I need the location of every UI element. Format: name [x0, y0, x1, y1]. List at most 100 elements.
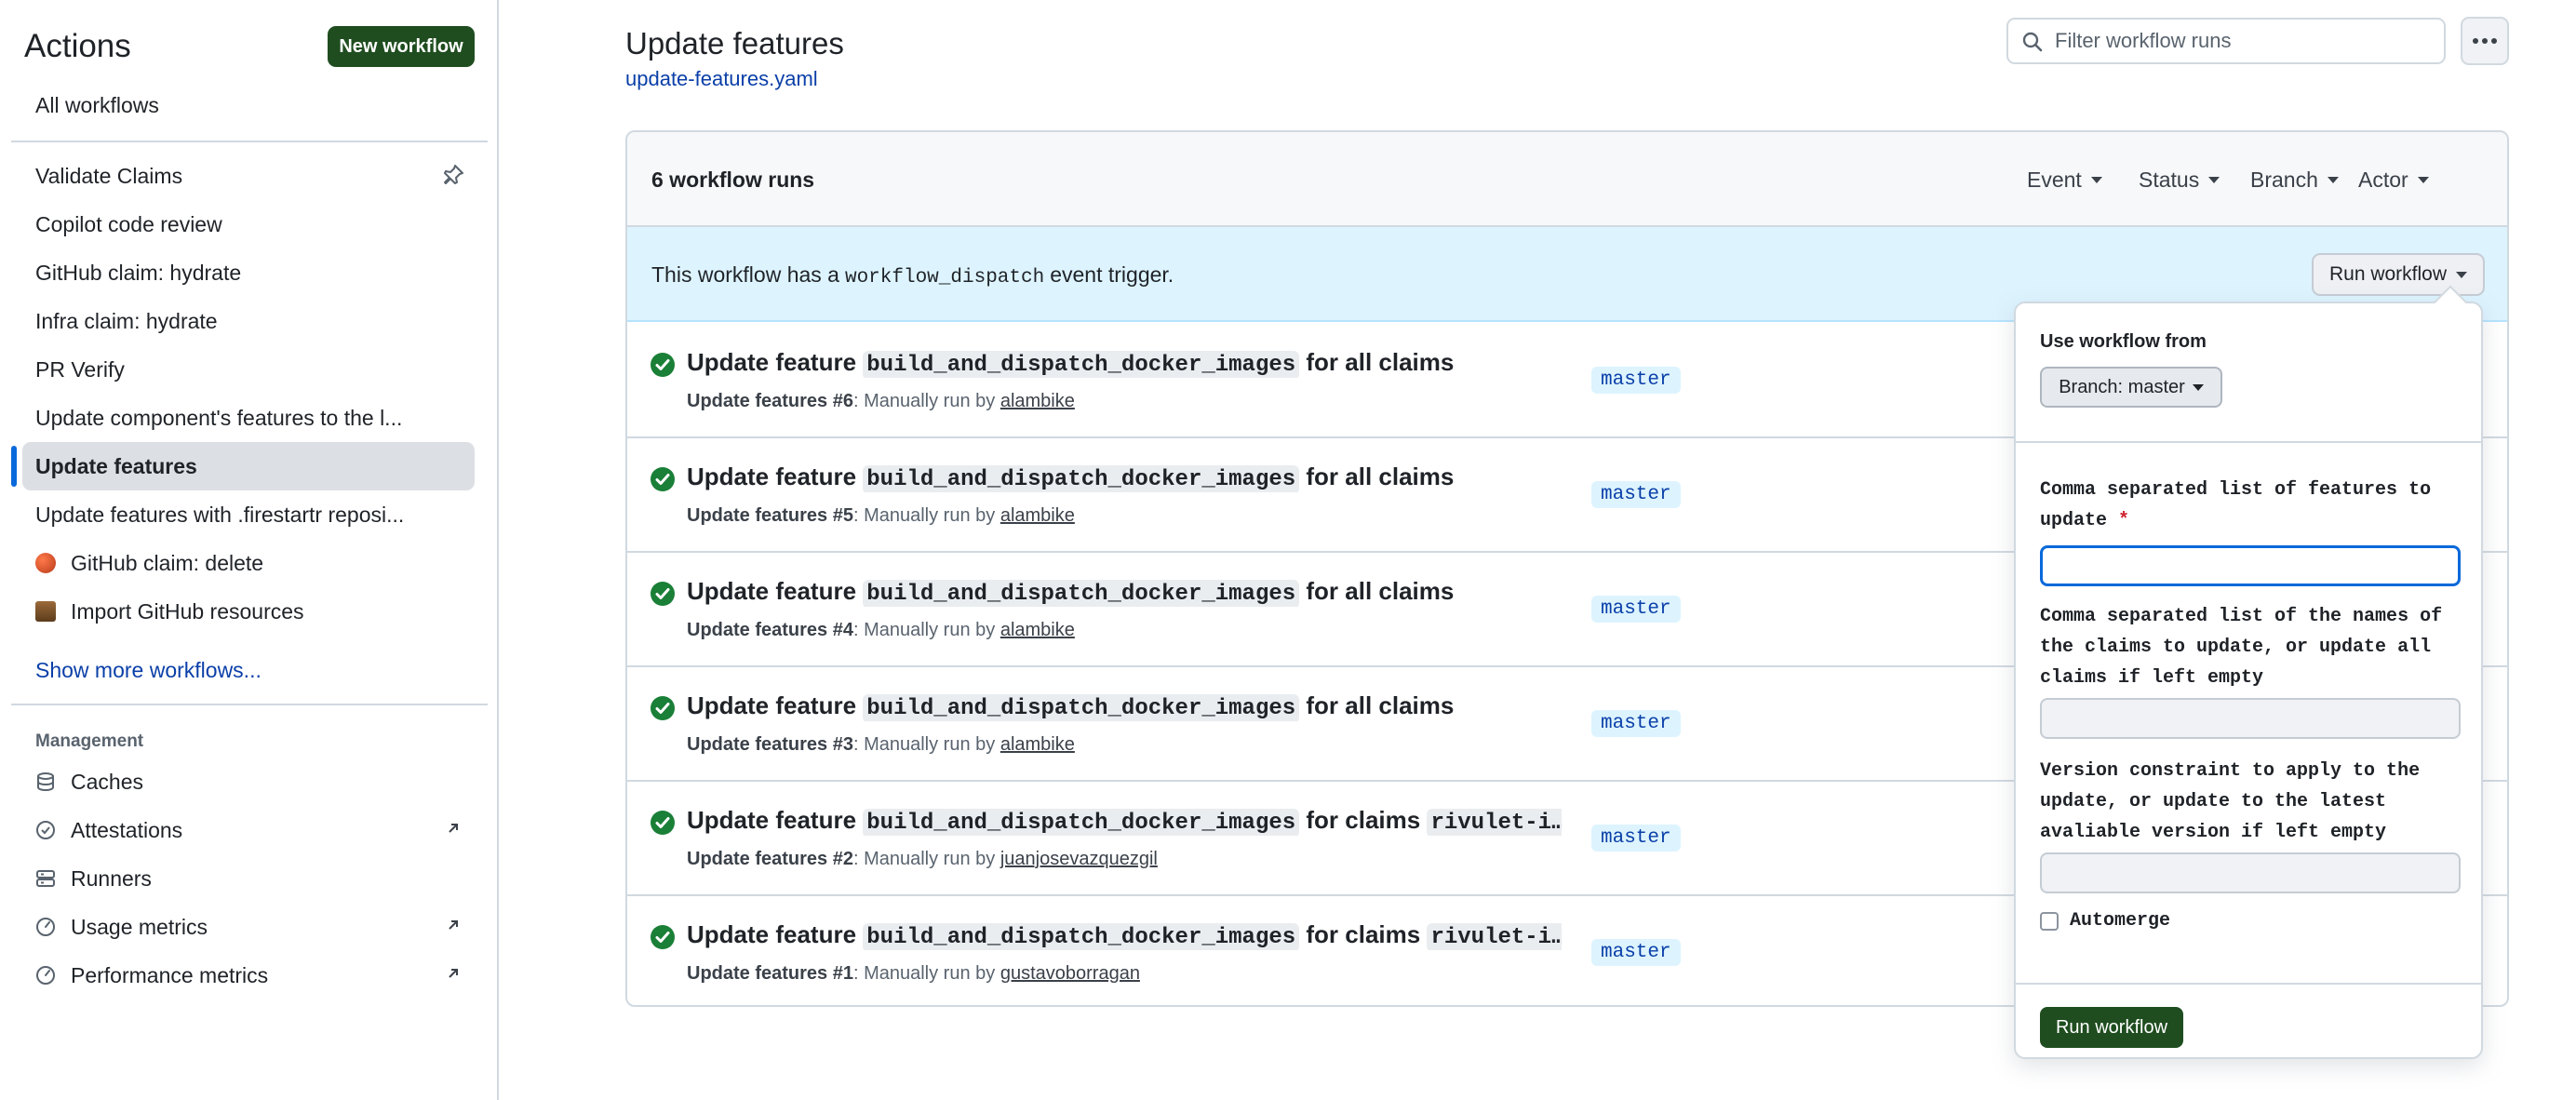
- branch-label[interactable]: master: [1591, 710, 1681, 737]
- run-title-link[interactable]: Update feature build_and_dispatch_docker…: [687, 806, 1562, 836]
- sidebar-item-validate-claims[interactable]: Validate Claims: [22, 152, 475, 200]
- sidebar-item-all-workflows[interactable]: All workflows: [22, 81, 475, 129]
- run-title-link[interactable]: Update feature build_and_dispatch_docker…: [687, 577, 1454, 607]
- sidebar-item-usage-metrics[interactable]: Usage metrics: [22, 903, 475, 951]
- run-title-link[interactable]: Update feature build_and_dispatch_docker…: [687, 920, 1562, 950]
- filter-event-dropdown[interactable]: Event: [2027, 168, 2102, 193]
- run-title-text: Update feature: [687, 691, 857, 719]
- run-actor-link[interactable]: alambike: [1000, 620, 1075, 640]
- branch-label[interactable]: master: [1591, 825, 1681, 852]
- sidebar-title: Actions: [24, 28, 131, 64]
- features-input[interactable]: [2040, 545, 2461, 586]
- branch-select-button[interactable]: Branch: master: [2040, 367, 2222, 408]
- version-input[interactable]: [2040, 852, 2461, 893]
- sidebar-item-label: Usage metrics: [71, 914, 208, 939]
- filter-actor-dropdown[interactable]: Actor: [2358, 168, 2429, 193]
- more-options-button[interactable]: [2461, 17, 2509, 65]
- run-actor-link[interactable]: juanjosevazquezgil: [1000, 849, 1158, 869]
- workflow-file-link[interactable]: update-features.yaml: [625, 67, 818, 91]
- pin-icon[interactable]: [441, 163, 465, 193]
- sidebar-item-pr-verify[interactable]: PR Verify: [22, 345, 475, 394]
- sidebar-item-github-claim-hydrate[interactable]: GitHub claim: hydrate: [22, 248, 475, 297]
- run-title-text: for all claims: [1306, 348, 1455, 376]
- show-more-workflows-link[interactable]: Show more workflows...: [22, 646, 475, 694]
- run-workflow-name: Update features: [687, 620, 828, 640]
- run-title-text: Update feature: [687, 806, 857, 834]
- sidebar-item-github-claim-delete[interactable]: GitHub claim: delete: [22, 539, 475, 587]
- triangle-down-icon: [2456, 271, 2468, 278]
- run-workflow-label: Run workflow: [2328, 263, 2448, 285]
- run-number: #3: [832, 734, 853, 755]
- run-workflow-name: Update features: [687, 734, 828, 755]
- sidebar-item-infra-claim-hydrate[interactable]: Infra claim: hydrate: [22, 297, 475, 345]
- claims-input[interactable]: [2040, 698, 2461, 739]
- arrow-up-right-icon: [445, 915, 462, 939]
- triangle-down-icon: [2192, 383, 2204, 391]
- run-workflow-name: Update features: [687, 391, 828, 411]
- required-marker: *: [2118, 510, 2130, 531]
- sidebar-item-label: Runners: [71, 865, 152, 891]
- run-actor-link[interactable]: alambike: [1000, 734, 1075, 755]
- run-workflow-dropdown-button[interactable]: Run workflow: [2312, 253, 2485, 296]
- branch-label[interactable]: master: [1591, 596, 1681, 623]
- run-trigger-text: : Manually run by: [852, 734, 996, 755]
- search-icon: [2021, 31, 2044, 58]
- run-title-text: for claims: [1306, 920, 1421, 948]
- run-title-code: build_and_dispatch_docker_images: [863, 809, 1300, 836]
- sidebar-item-label: PR Verify: [35, 356, 125, 382]
- run-title-link[interactable]: Update feature build_and_dispatch_docker…: [687, 348, 1454, 378]
- run-meta: Update features #2: Manually run by juan…: [687, 849, 1158, 870]
- run-title-code: rivulet-i…: [1427, 809, 1562, 836]
- popover-divider: [2016, 983, 2481, 985]
- filter-box: [2006, 18, 2446, 64]
- sidebar-item-label: GitHub claim: hydrate: [35, 260, 242, 285]
- sidebar-item-attestations[interactable]: Attestations: [22, 806, 475, 854]
- filter-branch-dropdown[interactable]: Branch: [2250, 168, 2339, 193]
- check-circle-fill-icon: [650, 924, 676, 955]
- branch-select-label: Branch: master: [2059, 376, 2185, 397]
- run-title-text: for claims: [1306, 806, 1421, 834]
- sidebar-item-copilot-code-review[interactable]: Copilot code review: [22, 200, 475, 248]
- run-number: #6: [832, 391, 853, 411]
- arrow-up-right-icon: [445, 963, 462, 987]
- sidebar-item-update-component-s-features-to-the-l[interactable]: Update component's features to the l...: [22, 394, 475, 442]
- sidebar-item-label: Performance metrics: [71, 962, 269, 987]
- new-workflow-button[interactable]: New workflow: [328, 26, 475, 67]
- filter-status-dropdown[interactable]: Status: [2139, 168, 2220, 193]
- sidebar-item-label: Attestations: [71, 817, 183, 842]
- kebab-horizontal-icon: [2472, 33, 2498, 49]
- sidebar-item-update-features[interactable]: Update features: [11, 442, 475, 490]
- sidebar-item-runners[interactable]: Runners: [22, 854, 475, 903]
- branch-label[interactable]: master: [1591, 939, 1681, 966]
- automerge-checkbox[interactable]: [2040, 911, 2059, 931]
- run-workflow-submit-button[interactable]: Run workflow: [2040, 1007, 2183, 1048]
- run-title-link[interactable]: Update feature build_and_dispatch_docker…: [687, 463, 1454, 492]
- red-ball-emoji-icon: [35, 553, 61, 573]
- sidebar-item-label: Update component's features to the l...: [35, 405, 403, 430]
- run-title-code: build_and_dispatch_docker_images: [863, 465, 1300, 492]
- sidebar-item-label: Show more workflows...: [35, 657, 262, 682]
- branch-label[interactable]: master: [1591, 481, 1681, 508]
- automerge-option[interactable]: Automerge: [2040, 910, 2170, 932]
- sidebar-item-performance-metrics[interactable]: Performance metrics: [22, 951, 475, 999]
- run-title-link[interactable]: Update feature build_and_dispatch_docker…: [687, 691, 1454, 721]
- filter-label: Status: [2139, 168, 2200, 192]
- sidebar-item-import-github-resources[interactable]: Import GitHub resources: [22, 587, 475, 636]
- sidebar-item-label: Copilot code review: [35, 211, 222, 236]
- branch-label[interactable]: master: [1591, 367, 1681, 394]
- sidebar-item-label: Update features: [35, 453, 197, 478]
- sidebar-item-label: Validate Claims: [35, 163, 183, 188]
- run-actor-link[interactable]: alambike: [1000, 505, 1075, 526]
- sidebar-item-caches[interactable]: Caches: [22, 758, 475, 806]
- database-icon: [35, 771, 61, 792]
- run-title-code: rivulet-i…: [1427, 923, 1562, 950]
- management-heading: Management: [35, 731, 144, 751]
- sidebar-item-label: All workflows: [35, 92, 159, 117]
- meter-icon: [35, 917, 61, 937]
- run-actor-link[interactable]: alambike: [1000, 391, 1075, 411]
- dispatch-text: This workflow has a workflow_dispatch even…: [651, 262, 1174, 288]
- filter-runs-input[interactable]: [2055, 20, 2436, 62]
- check-circle-fill-icon: [650, 466, 676, 497]
- sidebar-item-update-features-with-firestartr-reposi[interactable]: Update features with .firestartr reposi.…: [22, 490, 475, 539]
- run-actor-link[interactable]: gustavoborragan: [1000, 963, 1140, 984]
